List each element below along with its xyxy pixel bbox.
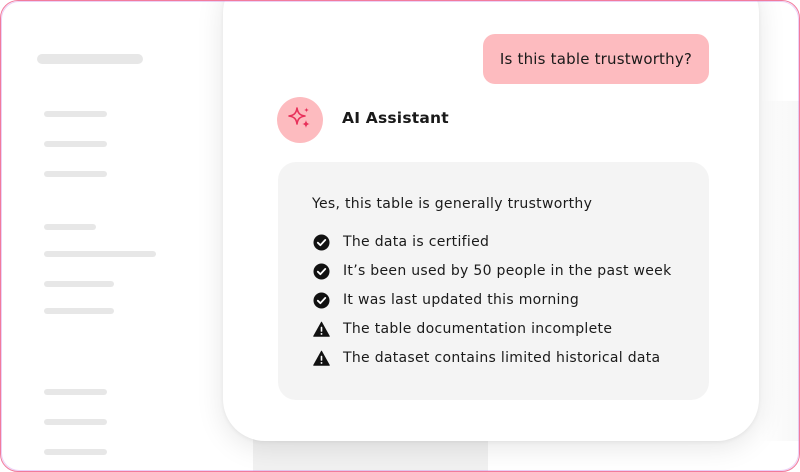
skeleton-line bbox=[44, 308, 114, 314]
skeleton-line bbox=[44, 251, 156, 257]
check-circle-icon bbox=[312, 262, 330, 280]
assistant-name: AI Assistant bbox=[342, 109, 449, 127]
warning-icon bbox=[312, 349, 330, 367]
skeleton-line bbox=[44, 389, 107, 395]
skeleton-title-bar bbox=[37, 54, 143, 64]
answer-point-text: The data is certified bbox=[343, 234, 490, 250]
app-frame: Is this table trustworthy? AI Assistant … bbox=[0, 0, 800, 472]
answer-point: It was last updated this morning bbox=[312, 290, 579, 310]
user-message-text: Is this table trustworthy? bbox=[499, 50, 693, 68]
sparkle-icon bbox=[287, 105, 313, 135]
skeleton-line bbox=[44, 141, 107, 147]
check-circle-icon bbox=[312, 291, 330, 309]
answer-point: The table documentation incomplete bbox=[312, 319, 612, 339]
answer-point-text: The dataset contains limited historical … bbox=[343, 350, 661, 366]
check-circle-icon bbox=[312, 233, 330, 251]
answer-point-text: The table documentation incomplete bbox=[343, 321, 613, 337]
answer-heading: Yes, this table is generally trustworthy bbox=[312, 196, 593, 212]
skeleton-line bbox=[44, 281, 114, 287]
assistant-avatar bbox=[277, 97, 323, 143]
answer-point-text: It’s been used by 50 people in the past … bbox=[343, 263, 672, 279]
skeleton-line bbox=[44, 224, 96, 230]
skeleton-line bbox=[44, 171, 107, 177]
warning-icon bbox=[312, 320, 330, 338]
skeleton-line bbox=[44, 111, 107, 117]
answer-point: The dataset contains limited historical … bbox=[312, 348, 660, 368]
user-message-bubble: Is this table trustworthy? bbox=[483, 34, 709, 84]
skeleton-line bbox=[44, 419, 107, 425]
answer-point: It’s been used by 50 people in the past … bbox=[312, 261, 671, 281]
background-decoration bbox=[759, 101, 799, 441]
skeleton-line bbox=[44, 449, 107, 455]
answer-point: The data is certified bbox=[312, 232, 489, 252]
answer-point-text: It was last updated this morning bbox=[343, 292, 580, 308]
